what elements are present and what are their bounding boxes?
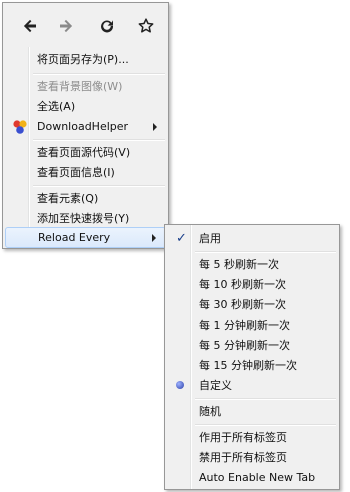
menu-item-label: 每 5 分钟刷新一次 — [199, 339, 290, 352]
menu-item-label: 每 1 分钟刷新一次 — [199, 319, 290, 332]
menu-item-label: 查看元素(Q) — [37, 192, 99, 205]
back-icon — [23, 19, 36, 33]
menu-item-label: 查看页面源代码(V) — [37, 146, 131, 159]
menu-item-label: 每 30 秒刷新一次 — [199, 298, 286, 311]
menu-item-save-page-as[interactable]: 将页面另存为(P)... — [5, 49, 166, 70]
reload-button[interactable] — [97, 16, 117, 36]
menu-item-label: Reload Every — [38, 231, 111, 244]
menu-separator — [33, 139, 165, 141]
menu-item-label: 禁用于所有标签页 — [199, 451, 287, 464]
menu-item-label: 将页面另存为(P)... — [37, 53, 129, 66]
submenu-item-enable[interactable]: ✓ 启用 — [167, 228, 337, 249]
submenu-item-every-1-minute[interactable]: 每 1 分钟刷新一次 — [167, 315, 337, 336]
submenu-item-every-30-seconds[interactable]: 每 30 秒刷新一次 — [167, 294, 337, 315]
submenu-item-custom[interactable]: 自定义 — [167, 375, 337, 396]
submenu-item-auto-enable-new-tab[interactable]: Auto Enable New Tab — [167, 467, 337, 488]
menu-item-reload-every[interactable]: Reload Every — [5, 227, 166, 248]
menu-item-label: 全选(A) — [37, 100, 76, 113]
menu-item-label: DownloadHelper — [37, 120, 129, 133]
reload-icon — [101, 20, 114, 33]
menu-item-label: 每 15 分钟刷新一次 — [199, 359, 297, 372]
menu-item-label: 随机 — [199, 405, 221, 418]
submenu-arrow-icon — [152, 234, 156, 242]
submenu-item-disable-for-all-tabs[interactable]: 禁用于所有标签页 — [167, 447, 337, 468]
menu-item-label: 查看页面信息(I) — [37, 166, 115, 179]
menu-item-label: 添加至快速拨号(Y) — [37, 212, 130, 225]
submenu-item-every-5-seconds[interactable]: 每 5 秒刷新一次 — [167, 254, 337, 275]
context-menu: 将页面另存为(P)... 查看背景图像(W) 全选(A) DownloadHel… — [2, 2, 169, 249]
submenu-item-random[interactable]: 随机 — [167, 401, 337, 422]
menu-item-label: 自定义 — [199, 379, 232, 392]
downloadhelper-icon — [13, 120, 27, 134]
menu-separator — [195, 251, 336, 253]
checkmark-icon: ✓ — [176, 231, 187, 246]
menu-item-label: 每 5 秒刷新一次 — [199, 258, 279, 271]
bookmark-button[interactable] — [136, 16, 156, 36]
menu-item-select-all[interactable]: 全选(A) — [5, 96, 166, 117]
forward-icon — [60, 19, 73, 33]
navigation-toolbar — [3, 3, 168, 47]
bookmark-star-icon — [138, 18, 154, 33]
menu-item-view-background-image: 查看背景图像(W) — [5, 76, 166, 97]
menu-item-label: 启用 — [199, 232, 221, 245]
back-button[interactable] — [20, 16, 40, 36]
menu-item-view-page-source[interactable]: 查看页面源代码(V) — [5, 142, 166, 163]
menu-item-label: 作用于所有标签页 — [199, 431, 287, 444]
reload-every-submenu: ✓ 启用 每 5 秒刷新一次 每 10 秒刷新一次 每 30 秒刷新一次 每 1… — [164, 224, 340, 490]
forward-button[interactable] — [56, 16, 76, 36]
submenu-item-every-15-minutes[interactable]: 每 15 分钟刷新一次 — [167, 355, 337, 376]
menu-item-downloadhelper[interactable]: DownloadHelper — [5, 116, 166, 137]
submenu-arrow-icon — [153, 123, 157, 131]
menu-separator — [33, 185, 165, 187]
menu-item-label: Auto Enable New Tab — [199, 471, 316, 484]
menu-item-view-page-info[interactable]: 查看页面信息(I) — [5, 162, 166, 183]
radio-selected-icon — [176, 381, 184, 389]
menu-separator — [33, 73, 165, 75]
menu-item-label: 每 10 秒刷新一次 — [199, 278, 286, 291]
submenu-item-apply-to-all-tabs[interactable]: 作用于所有标签页 — [167, 427, 337, 448]
menu-separator — [195, 424, 336, 426]
menu-item-inspect-element[interactable]: 查看元素(Q) — [5, 188, 166, 209]
menu-item-label: 查看背景图像(W) — [37, 80, 123, 93]
submenu-item-every-10-seconds[interactable]: 每 10 秒刷新一次 — [167, 274, 337, 295]
submenu-item-every-5-minutes[interactable]: 每 5 分钟刷新一次 — [167, 335, 337, 356]
menu-item-add-to-speed-dial[interactable]: 添加至快速拨号(Y) — [5, 208, 166, 229]
menu-separator — [195, 398, 336, 400]
